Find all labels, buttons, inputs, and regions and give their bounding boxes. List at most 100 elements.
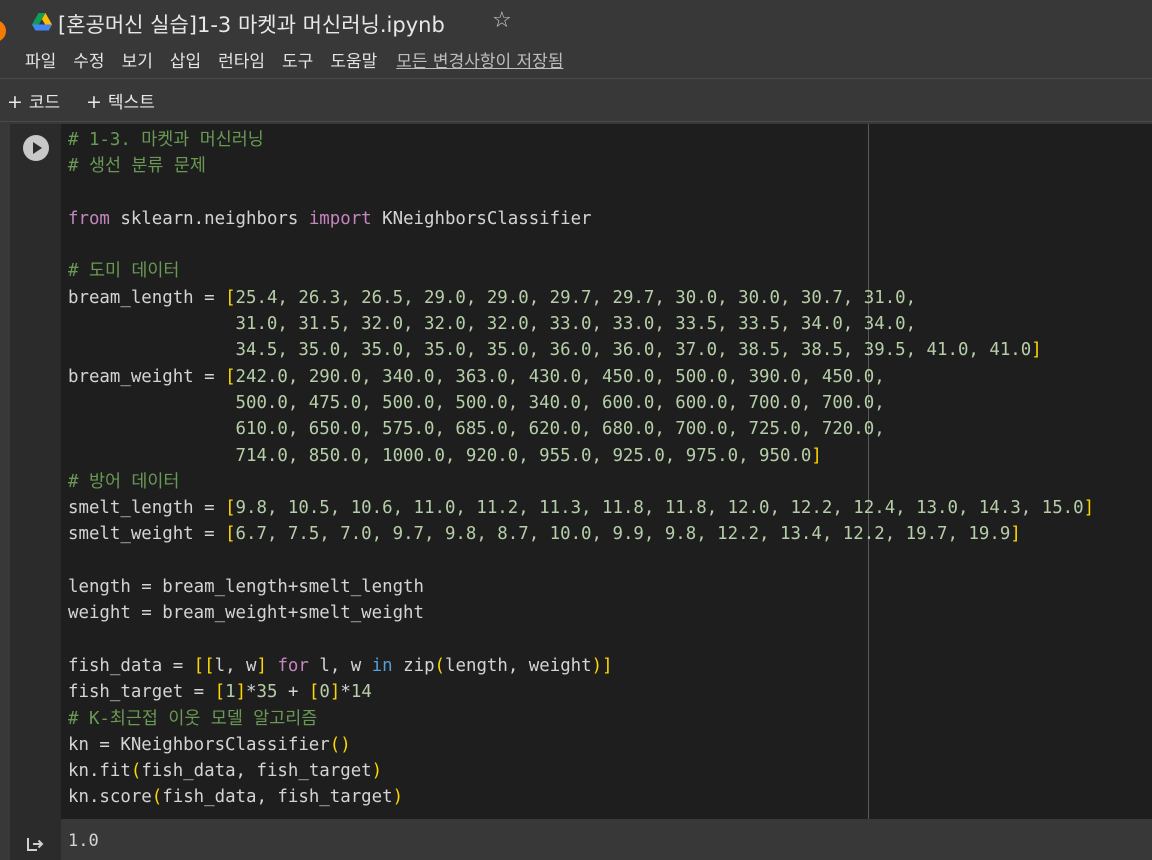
- code-token: 34.5, 35.0, 35.0, 35.0, 35.0, 36.0, 36.0…: [68, 340, 1032, 361]
- code-token: zip: [392, 655, 435, 676]
- code-token: 35: [256, 682, 278, 703]
- code-token: *: [340, 682, 351, 703]
- code-line[interactable]: weight = bream_weight+smelt_weight: [68, 600, 1094, 626]
- code-line[interactable]: [68, 180, 1094, 206]
- code-token: ]: [329, 682, 341, 703]
- code-token: 610.0, 650.0, 575.0, 685.0, 620.0, 680.0…: [68, 419, 885, 440]
- code-token: from: [68, 208, 110, 229]
- code-token: kn.score: [68, 787, 152, 808]
- code-line[interactable]: 34.5, 35.0, 35.0, 35.0, 35.0, 36.0, 36.0…: [68, 337, 1094, 363]
- code-line[interactable]: 714.0, 850.0, 1000.0, 920.0, 955.0, 925.…: [68, 443, 1094, 469]
- code-token: ]: [256, 655, 267, 676]
- code-line[interactable]: [68, 548, 1094, 574]
- code-token: ]: [1031, 340, 1042, 361]
- code-token: [[: [193, 655, 215, 676]
- save-status-link[interactable]: 모든 변경사항이 저장됨: [396, 47, 563, 72]
- code-token: 1: [225, 682, 236, 703]
- menu-file[interactable]: 파일: [25, 47, 56, 72]
- code-line[interactable]: kn = KNeighborsClassifier(): [68, 732, 1094, 758]
- code-token: 25.4, 26.3, 26.5, 29.0, 29.0, 29.7, 29.7…: [235, 287, 917, 308]
- menu-help[interactable]: 도움말: [330, 47, 377, 72]
- code-line[interactable]: bream_weight = [242.0, 290.0, 340.0, 363…: [68, 364, 1094, 390]
- menu-tools[interactable]: 도구: [282, 47, 313, 72]
- output-text: 1.0: [68, 831, 99, 851]
- code-token: # K-최근접 이웃 모델 알고리즘: [68, 708, 318, 729]
- code-token: [: [308, 682, 320, 703]
- code-line[interactable]: # 생선 분류 문제: [68, 153, 1094, 179]
- code-token: 0: [319, 682, 330, 703]
- code-token: 242.0, 290.0, 340.0, 363.0, 430.0, 450.0…: [235, 366, 885, 387]
- star-icon[interactable]: ☆: [492, 8, 512, 33]
- plus-icon: +: [7, 91, 23, 113]
- code-token: smelt_weight =: [68, 524, 226, 545]
- code-line[interactable]: [68, 232, 1094, 258]
- code-token: ]: [1083, 498, 1095, 519]
- google-drive-icon: [32, 13, 52, 31]
- code-token: weight = bream_weight+smelt_weight: [68, 603, 424, 624]
- code-line[interactable]: kn.fit(fish_data, fish_target): [68, 758, 1094, 784]
- code-token: 9.8, 10.5, 10.6, 11.0, 11.2, 11.3, 11.8,…: [235, 498, 1084, 519]
- cell-gutter: [10, 124, 61, 819]
- code-token: bream_weight =: [68, 366, 226, 387]
- code-token: KNeighborsClassifier: [371, 208, 592, 229]
- notebook-header: [혼공머신 실습]1-3 마켓과 머신러닝.ipynb ☆ 파일 수정 보기 삽…: [0, 0, 1152, 78]
- add-code-button[interactable]: + 코드: [7, 88, 60, 113]
- menu-runtime[interactable]: 런타임: [218, 47, 265, 72]
- play-icon: [33, 142, 42, 154]
- code-line[interactable]: 500.0, 475.0, 500.0, 500.0, 340.0, 600.0…: [68, 390, 1094, 416]
- code-line[interactable]: fish_target = [1]*35 + [0]*14: [68, 679, 1094, 705]
- menu-view[interactable]: 보기: [122, 47, 153, 72]
- code-token: 500.0, 475.0, 500.0, 500.0, 340.0, 600.0…: [68, 392, 885, 413]
- code-token: [: [214, 682, 226, 703]
- code-token: 14: [350, 682, 372, 703]
- code-token: for: [277, 655, 309, 676]
- code-token: ): [371, 761, 383, 782]
- code-token: in: [371, 655, 393, 676]
- code-line[interactable]: bream_length = [25.4, 26.3, 26.5, 29.0, …: [68, 285, 1094, 311]
- plus-icon: +: [86, 91, 102, 113]
- code-line[interactable]: 610.0, 650.0, 575.0, 685.0, 620.0, 680.0…: [68, 416, 1094, 442]
- code-token: kn = KNeighborsClassifier: [68, 734, 330, 755]
- code-token: fish_data, fish_target: [162, 787, 393, 808]
- cell-output: 1.0: [0, 819, 1152, 860]
- code-token: (: [434, 655, 446, 676]
- code-content[interactable]: # 1-3. 마켓과 머신러닝 # 생선 분류 문제 from sklearn.n…: [68, 127, 1094, 811]
- code-token: fish_data, fish_target: [141, 761, 372, 782]
- code-line[interactable]: from sklearn.neighbors import KNeighbors…: [68, 206, 1094, 232]
- code-token: length, weight: [445, 655, 592, 676]
- add-code-label: 코드: [28, 93, 61, 113]
- code-token: )]: [591, 655, 613, 676]
- code-token: 714.0, 850.0, 1000.0, 920.0, 955.0, 925.…: [68, 445, 812, 466]
- code-line[interactable]: 31.0, 31.5, 32.0, 32.0, 32.0, 33.0, 33.0…: [68, 311, 1094, 337]
- menu-insert[interactable]: 삽입: [170, 47, 201, 72]
- add-text-label: 텍스트: [107, 93, 155, 113]
- code-line[interactable]: kn.score(fish_data, fish_target): [68, 784, 1094, 810]
- code-token: fish_data =: [68, 655, 194, 676]
- code-line[interactable]: fish_data = [[l, w] for l, w in zip(leng…: [68, 653, 1094, 679]
- code-line[interactable]: [68, 627, 1094, 653]
- add-text-button[interactable]: + 텍스트: [86, 88, 155, 113]
- code-token: [: [225, 524, 236, 545]
- code-line[interactable]: # 1-3. 마켓과 머신러닝: [68, 127, 1094, 153]
- code-line[interactable]: smelt_length = [9.8, 10.5, 10.6, 11.0, 1…: [68, 495, 1094, 521]
- code-token: 6.7, 7.5, 7.0, 9.7, 9.8, 8.7, 10.0, 9.9,…: [235, 524, 1011, 545]
- code-token: l, w: [214, 655, 257, 676]
- code-line[interactable]: # 방어 데이터: [68, 469, 1094, 495]
- code-token: ): [392, 787, 404, 808]
- run-cell-button[interactable]: [23, 135, 49, 161]
- code-token: # 방어 데이터: [68, 471, 180, 492]
- toolbar: + 코드 + 텍스트: [0, 78, 1152, 122]
- code-line[interactable]: length = bream_length+smelt_length: [68, 574, 1094, 600]
- code-token: # 도미 데이터: [68, 261, 180, 282]
- code-token: 31.0, 31.5, 32.0, 32.0, 32.0, 33.0, 33.0…: [68, 314, 917, 335]
- code-token: [: [225, 498, 236, 519]
- code-line[interactable]: # 도미 데이터: [68, 258, 1094, 284]
- code-line[interactable]: smelt_weight = [6.7, 7.5, 7.0, 9.7, 9.8,…: [68, 521, 1094, 547]
- output-arrow-icon[interactable]: [26, 835, 44, 853]
- menu-edit[interactable]: 수정: [73, 47, 104, 72]
- colab-logo-icon[interactable]: [0, 20, 6, 42]
- notebook-title[interactable]: [혼공머신 실습]1-3 마켓과 머신러닝.ipynb: [58, 9, 445, 39]
- code-line[interactable]: # K-최근접 이웃 모델 알고리즘: [68, 706, 1094, 732]
- code-token: *: [246, 682, 257, 703]
